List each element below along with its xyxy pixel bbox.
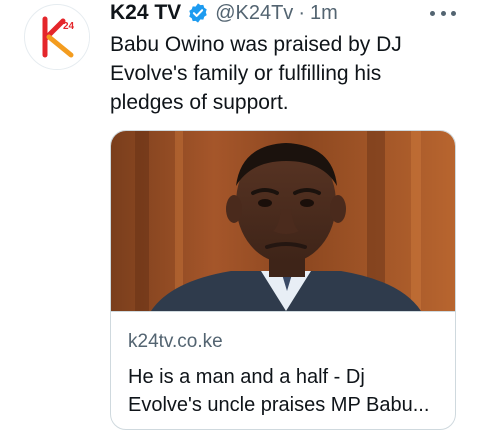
svg-text:24: 24 [63,21,75,32]
verified-badge-icon [187,2,209,24]
tweet[interactable]: 24 K24 TV @K24Tv · 1m Babu Owino was pra… [0,0,480,430]
avatar[interactable]: 24 [24,4,90,70]
k24-logo-icon: 24 [26,6,89,69]
card-title[interactable]: He is a man and a half - Dj Evolve's unc… [128,363,440,419]
tweet-header: K24 TV @K24Tv · 1m [110,0,338,26]
separator-dot: · [298,1,305,24]
card-image[interactable] [111,131,455,311]
tweet-text: Babu Owino was praised by DJ Evolve's fa… [110,33,402,114]
card-title-line-2: Evolve's uncle praises MP Babu... [128,394,430,416]
card-title-line-1: He is a man and a half - Dj [128,366,365,388]
timestamp[interactable]: 1m [310,2,338,25]
author-name[interactable]: K24 TV [110,1,181,25]
card-divider [111,311,455,312]
more-horizontal-icon[interactable] [430,2,456,24]
author-handle[interactable]: @K24Tv [215,2,293,25]
card-domain[interactable]: k24tv.co.ke [128,331,223,353]
link-card[interactable]: k24tv.co.ke He is a man and a half - Dj … [110,130,456,430]
